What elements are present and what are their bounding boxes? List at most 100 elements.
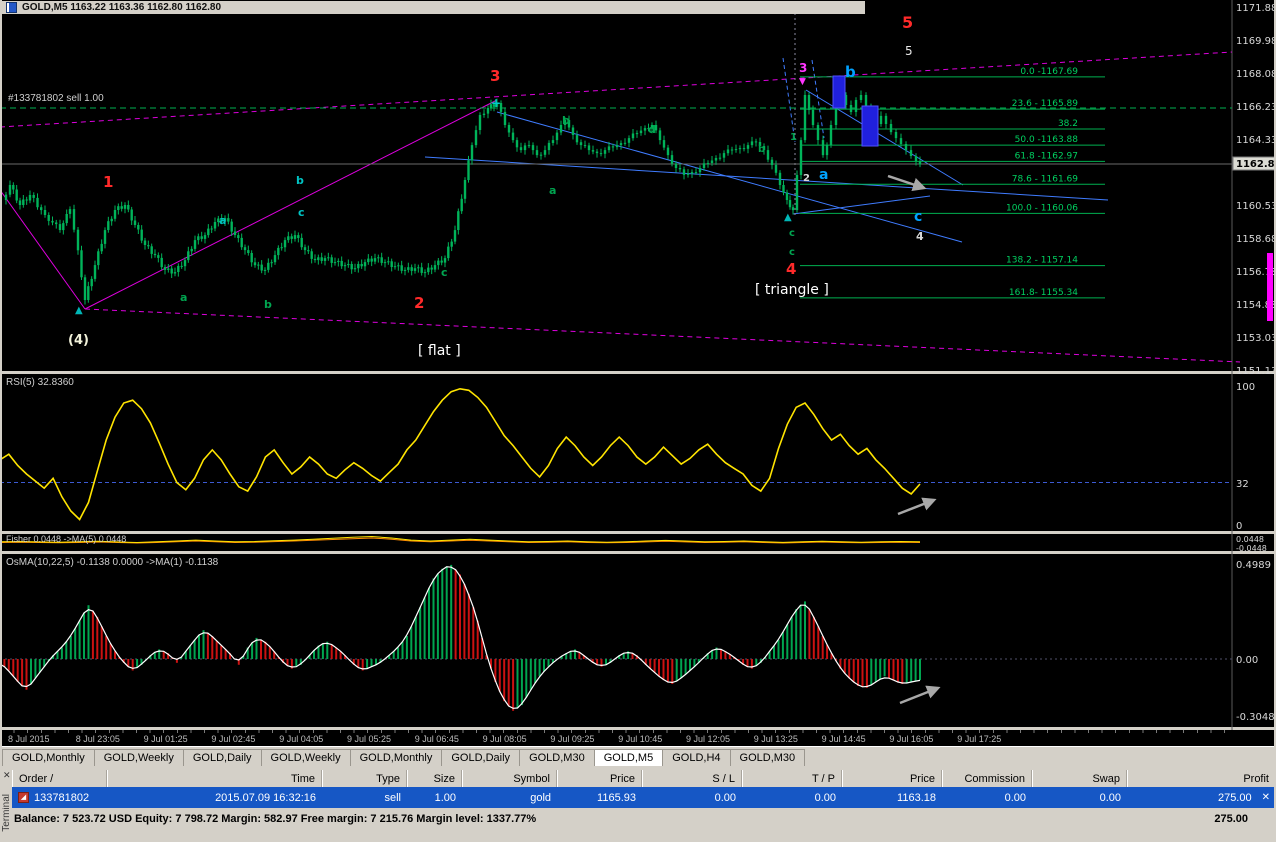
svg-text:1153.03: 1153.03 — [1236, 333, 1276, 344]
chart-title: GOLD,M5 1163.22 1163.36 1162.80 1162.80 — [22, 2, 222, 13]
order-cell-order: ◢ 133781802 — [12, 787, 107, 808]
time-axis-label: 8 Jul 23:05 — [75, 734, 120, 744]
sell-order-icon: ◢ — [18, 792, 29, 803]
svg-text:0.0 -1167.69: 0.0 -1167.69 — [1020, 67, 1078, 77]
chart-tab-gold-weekly[interactable]: GOLD,Weekly — [260, 749, 351, 767]
balance-text: Balance: 7 523.72 USD Equity: 7 798.72 M… — [14, 813, 537, 825]
svg-text:100: 100 — [1236, 382, 1255, 393]
svg-text:c: c — [789, 247, 795, 258]
chart-tab-gold-m5[interactable]: GOLD,M5 — [593, 749, 664, 767]
svg-text:5: 5 — [905, 44, 913, 58]
time-axis-label: 9 Jul 16:05 — [889, 734, 934, 744]
svg-text:1151.13: 1151.13 — [1236, 366, 1276, 377]
svg-text:[ triangle ]: [ triangle ] — [755, 282, 829, 298]
column-header-price[interactable]: Price — [557, 770, 642, 787]
mt4-window: 0.0 -1167.69 23.6 - 1165.89 38.2 50.0 -1163… — [0, 0, 1276, 842]
order-cell-swap: 0.00 — [1099, 791, 1121, 804]
strip-indicator-label: Fisher 0.0448 ->MA(5) 0.0448 — [6, 534, 127, 544]
svg-text:▲: ▲ — [75, 305, 83, 316]
window-frame-left — [0, 0, 2, 842]
svg-text:1: 1 — [103, 173, 113, 191]
svg-text:b: b — [758, 144, 765, 155]
chart-tab-gold-monthly[interactable]: GOLD,Monthly — [2, 749, 95, 767]
column-header-price[interactable]: Price — [842, 770, 942, 787]
balance-row: Balance: 7 523.72 USD Equity: 7 798.72 M… — [12, 808, 1276, 830]
time-axis-label: 9 Jul 08:05 — [482, 734, 527, 744]
time-axis-label: 9 Jul 06:45 — [414, 734, 459, 744]
svg-text:0.00: 0.00 — [1236, 655, 1258, 666]
svg-text:b: b — [264, 298, 272, 311]
chart-canvas[interactable]: 0.0 -1167.69 23.6 - 1165.89 38.2 50.0 -1163… — [0, 0, 1276, 730]
svg-text:161.8- 1155.34: 161.8- 1155.34 — [1009, 288, 1078, 298]
time-axis-label: 9 Jul 05:25 — [347, 734, 392, 744]
column-header-size[interactable]: Size — [407, 770, 462, 787]
terminal-close-icon[interactable]: ✕ — [3, 771, 11, 780]
order-cell-tp: 0.00 — [814, 791, 836, 804]
svg-text:78.6 - 1161.69: 78.6 - 1161.69 — [1012, 174, 1078, 184]
svg-text:1158.68: 1158.68 — [1236, 234, 1276, 245]
svg-text:3: 3 — [799, 61, 807, 75]
chart-tab-gold-m30[interactable]: GOLD,M30 — [519, 749, 595, 767]
svg-text:100.0 - 1160.06: 100.0 - 1160.06 — [1006, 203, 1078, 213]
svg-text:1160.53: 1160.53 — [1236, 201, 1276, 212]
svg-text:1166.23: 1166.23 — [1236, 102, 1276, 113]
time-axis-label: 9 Jul 10:45 — [618, 734, 663, 744]
order-cell-symbol: gold — [530, 791, 551, 804]
svg-text:23.6 - 1165.89: 23.6 - 1165.89 — [1012, 99, 1078, 109]
svg-text:-0.0448: -0.0448 — [1236, 544, 1267, 553]
chart-tab-gold-monthly[interactable]: GOLD,Monthly — [349, 749, 443, 767]
svg-text:[ flat ]: [ flat ] — [418, 343, 461, 359]
column-header-time[interactable]: Time — [107, 770, 322, 787]
time-axis-label: 9 Jul 04:05 — [279, 734, 324, 744]
svg-text:1168.08: 1168.08 — [1236, 69, 1276, 80]
terminal-panel: ✕ Terminal Order / Time Type Size Symbol Pric… — [0, 766, 1276, 842]
svg-text:5: 5 — [902, 13, 913, 32]
svg-text:3: 3 — [490, 67, 500, 85]
svg-text:38.2: 38.2 — [1058, 119, 1078, 129]
svg-text:-0.3048: -0.3048 — [1236, 712, 1275, 723]
svg-text:2: 2 — [803, 173, 810, 184]
time-axis-label: 9 Jul 01:25 — [143, 734, 188, 744]
svg-text:2: 2 — [414, 294, 424, 312]
rsi-label: RSI(5) 32.8360 — [6, 377, 74, 388]
column-header-t-p[interactable]: T / P — [742, 770, 842, 787]
column-header-type[interactable]: Type — [322, 770, 407, 787]
chart-tab-gold-m30[interactable]: GOLD,M30 — [729, 749, 806, 767]
column-header-symbol[interactable]: Symbol — [462, 770, 557, 787]
order-cell-sl: 0.00 — [714, 791, 736, 804]
svg-text:1171.88: 1171.88 — [1236, 3, 1276, 14]
svg-text:+: + — [491, 96, 501, 110]
chart-tab-gold-weekly[interactable]: GOLD,Weekly — [93, 749, 184, 767]
column-header-swap[interactable]: Swap — [1032, 770, 1127, 787]
time-axis-label: 9 Jul 14:45 — [821, 734, 866, 744]
order-cell-size: 1.00 — [434, 791, 456, 804]
svg-text:32: 32 — [1236, 479, 1249, 490]
svg-text:1: 1 — [790, 132, 797, 143]
time-axis-label: 9 Jul 17:25 — [957, 734, 1002, 744]
chart-tab-gold-daily[interactable]: GOLD,Daily — [441, 749, 521, 767]
order-cell-price-open: 1165.93 — [597, 791, 636, 804]
svg-text:61.8 -1162.97: 61.8 -1162.97 — [1015, 151, 1078, 161]
svg-text:1164.33: 1164.33 — [1236, 135, 1276, 146]
chart-titlebar[interactable]: GOLD,M5 1163.22 1163.36 1162.80 1162.80 — [2, 1, 865, 14]
chart-tab-gold-h4[interactable]: GOLD,H4 — [662, 749, 731, 767]
svg-text:1162.80: 1162.80 — [1236, 159, 1276, 170]
osma-label: OsMA(10,22,5) -0.1138 0.0000 ->MA(1) -0.… — [6, 557, 219, 568]
svg-text:▼: ▼ — [799, 77, 806, 87]
column-header-commission[interactable]: Commission — [942, 770, 1032, 787]
svg-text:a: a — [819, 167, 828, 183]
column-header-profit[interactable]: Profit — [1127, 770, 1276, 787]
svg-text:0: 0 — [1236, 521, 1242, 532]
svg-text:(4): (4) — [68, 333, 89, 348]
chart-tab-gold-daily[interactable]: GOLD,Daily — [182, 749, 262, 767]
column-header-s-l[interactable]: S / L — [642, 770, 742, 787]
time-axis: 8 Jul 2015 8 Jul 23:05 9 Jul 01:25 9 Jul 02… — [0, 730, 1276, 746]
time-axis-label: 9 Jul 02:45 — [211, 734, 256, 744]
order-row[interactable]: ◢ 133781802 2015.07.09 16:32:16 sell 1.00 gol… — [12, 787, 1276, 808]
svg-text:c: c — [298, 206, 305, 219]
order-cell-type: sell — [384, 791, 401, 804]
close-order-icon[interactable]: ✕ — [1262, 792, 1270, 803]
order-cell-price-current: 1163.18 — [897, 791, 936, 804]
column-header-order-[interactable]: Order / — [12, 770, 107, 787]
svg-text:0.4989: 0.4989 — [1236, 560, 1271, 571]
